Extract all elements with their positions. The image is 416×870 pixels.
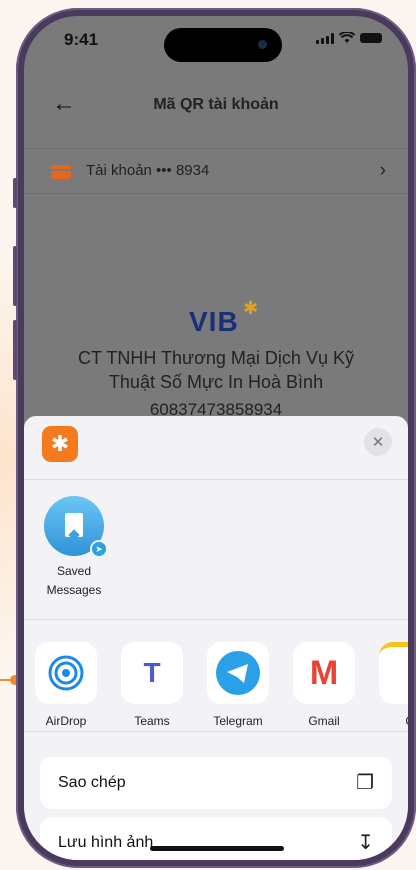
battery-icon [360,33,382,43]
contacts-row: ➤ Saved Messages [24,480,408,620]
save-image-button[interactable]: Lưu hình ảnh ↧ [40,817,392,860]
app-partial[interactable]: G [370,642,408,728]
app-name: Telegram [213,714,263,728]
dynamic-island [164,28,282,62]
contact-name: Saved Messages [46,564,102,597]
company-name: CT TNHH Thương Mại Dịch Vụ Kỹ Thuật Số M… [78,348,354,392]
share-sheet: ✱ ✕ ➤ Saved Messages AirDrop T Teams Tel… [24,416,408,860]
gmail-icon: M [293,642,355,704]
contact-saved-messages[interactable]: ➤ Saved Messages [38,496,110,600]
status-bar: 9:41 [24,16,408,70]
action-button [13,178,17,208]
account-selector[interactable]: Tài khoản ••• 8934 › [24,148,408,194]
copy-icon: ❐ [356,772,374,794]
app-name: Teams [134,714,170,728]
telegram-icon [207,642,269,704]
bookmark-icon [65,513,83,537]
save-image-icon: ↧ [357,832,374,854]
airdrop-icon [35,642,97,704]
home-indicator[interactable] [150,846,284,851]
vib-star-icon: ✱ [243,298,259,318]
account-label: Tài khoản ••• 8934 [86,162,210,179]
notes-icon [379,642,408,704]
card-icon [51,165,71,179]
chevron-right-icon: › [379,160,386,181]
action-label: Lưu hình ảnh [58,834,154,851]
app-gmail[interactable]: M Gmail [284,642,364,728]
wifi-icon [339,32,355,43]
status-icons [316,32,382,44]
vib-logo: VIB [189,306,239,337]
status-time: 9:41 [64,30,99,49]
telegram-badge-icon: ➤ [90,540,108,558]
app-name: Gmail [308,714,340,728]
screen: 9:41 ← Mã QR tài khoản Tài khoản ••• 893… [24,16,408,860]
share-sheet-header: ✱ ✕ [24,416,408,480]
close-icon[interactable]: ✕ [364,428,392,456]
phone-frame: 9:41 ← Mã QR tài khoản Tài khoản ••• 893… [13,8,416,868]
app-telegram[interactable]: Telegram [198,642,278,728]
app-name: G [370,714,408,728]
signal-icon [316,32,334,44]
apps-row: AirDrop T Teams Telegram M Gmail [24,620,408,732]
avatar: ➤ [44,496,108,558]
app-teams[interactable]: T Teams [112,642,192,728]
page-title: Mã QR tài khoản [153,96,279,113]
app-logo-icon: ✱ [42,426,78,462]
volume-up-button [13,246,17,306]
app-name: AirDrop [45,714,87,728]
nav-bar: ← Mã QR tài khoản [24,86,408,126]
app-airdrop[interactable]: AirDrop [26,642,106,728]
camera-dot [258,40,267,49]
volume-down-button [13,320,17,380]
copy-button[interactable]: Sao chép ❐ [40,757,392,809]
action-label: Sao chép [58,774,126,791]
teams-icon: T [121,642,183,704]
